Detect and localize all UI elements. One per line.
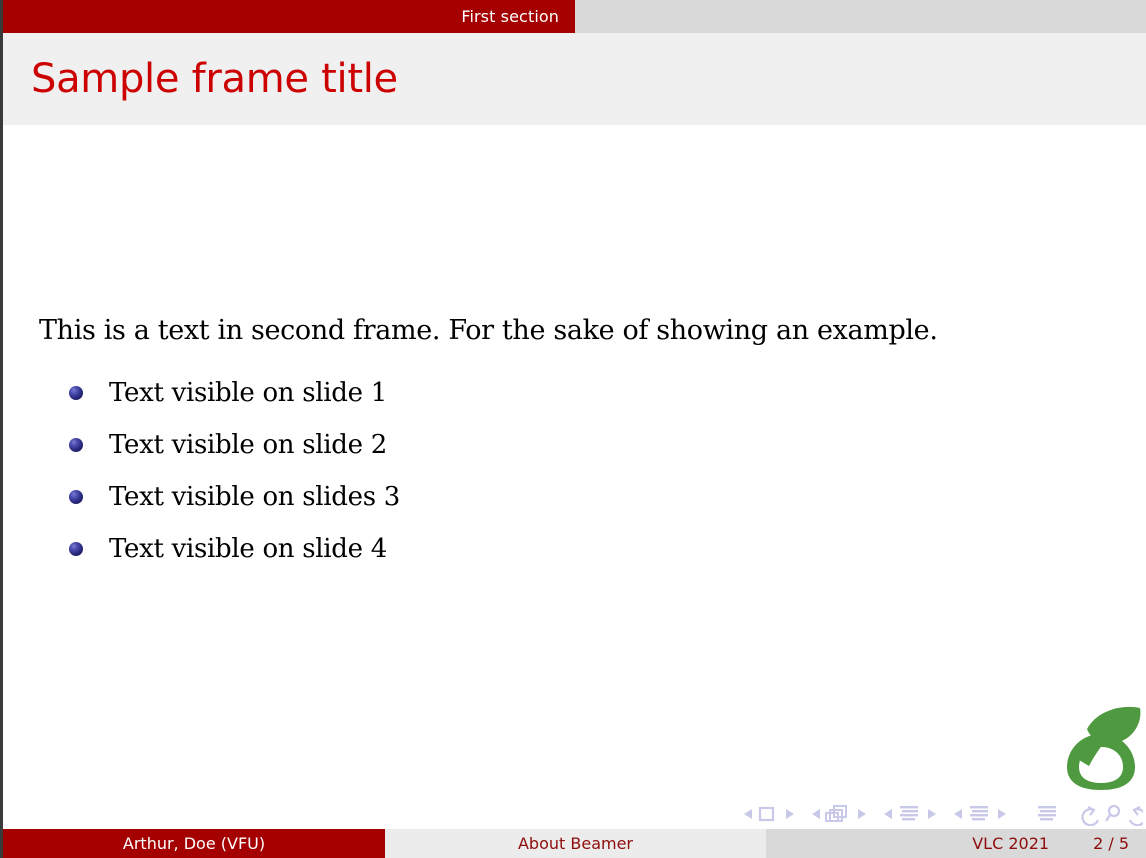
footline-author-label: Arthur, Doe (VFU) [122, 834, 266, 853]
slide-body: This is a text in second frame. For the … [3, 125, 1146, 829]
subsection-lines-icon [900, 806, 918, 821]
list-item-label: Text visible on slide 4 [109, 534, 387, 564]
list-item-label: Text visible on slide 1 [109, 378, 387, 408]
headline-current-section[interactable]: First section [3, 0, 575, 33]
beamer-navigation-symbols[interactable] [738, 802, 1146, 827]
footline-title-segment: About Beamer [385, 829, 766, 858]
next-subsection-arrow [928, 809, 936, 819]
presentation-lines-icon [1038, 806, 1056, 821]
slide-square-icon [758, 806, 775, 822]
list-item: Text visible on slide 4 [69, 523, 400, 575]
headline-section-label: First section [461, 7, 559, 26]
forward-circle-arrow [1128, 806, 1146, 827]
prev-slide-arrow [744, 809, 752, 819]
next-slide-arrow [786, 809, 794, 819]
list-item: Text visible on slides 3 [69, 471, 400, 523]
list-item: Text visible on slide 2 [69, 419, 400, 471]
prev-subsection-arrow [884, 809, 892, 819]
prev-frame-arrow [812, 809, 820, 819]
bullet-dot-icon [69, 542, 83, 556]
bullet-dot-icon [69, 438, 83, 452]
intro-paragraph: This is a text in second frame. For the … [39, 315, 938, 346]
footline-title-label: About Beamer [517, 834, 634, 853]
prev-section-arrow [954, 809, 962, 819]
overleaf-logo [1057, 698, 1145, 790]
frames-stack-icon [825, 805, 847, 822]
beamer-slide: First section Sample frame title This is… [0, 0, 1146, 858]
footline-bar: Arthur, Doe (VFU) About Beamer VLC 2021 … [3, 829, 1146, 858]
list-item-label: Text visible on slides 3 [109, 482, 400, 512]
footline-page-number: 2 / 5 [1093, 834, 1129, 853]
headline-navigation-bar: First section [3, 0, 1146, 33]
section-lines-icon [970, 806, 988, 821]
next-section-arrow [998, 809, 1006, 819]
page-title: Sample frame title [31, 56, 398, 102]
headline-remaining-sections[interactable] [575, 0, 1146, 33]
footline-author-segment: Arthur, Doe (VFU) [3, 829, 385, 858]
footline-meta-segment: VLC 2021 2 / 5 [766, 829, 1146, 858]
next-frame-arrow [858, 809, 866, 819]
search-magnifier-icon [1105, 804, 1121, 822]
bullet-dot-icon [69, 386, 83, 400]
list-item: Text visible on slide 1 [69, 367, 400, 419]
list-item-label: Text visible on slide 2 [109, 430, 387, 460]
bullet-list: Text visible on slide 1 Text visible on … [69, 367, 400, 575]
back-circle-arrow [1081, 806, 1100, 827]
bullet-dot-icon [69, 490, 83, 504]
footline-date-label: VLC 2021 [972, 834, 1050, 853]
frame-title-bar: Sample frame title [3, 33, 1146, 125]
